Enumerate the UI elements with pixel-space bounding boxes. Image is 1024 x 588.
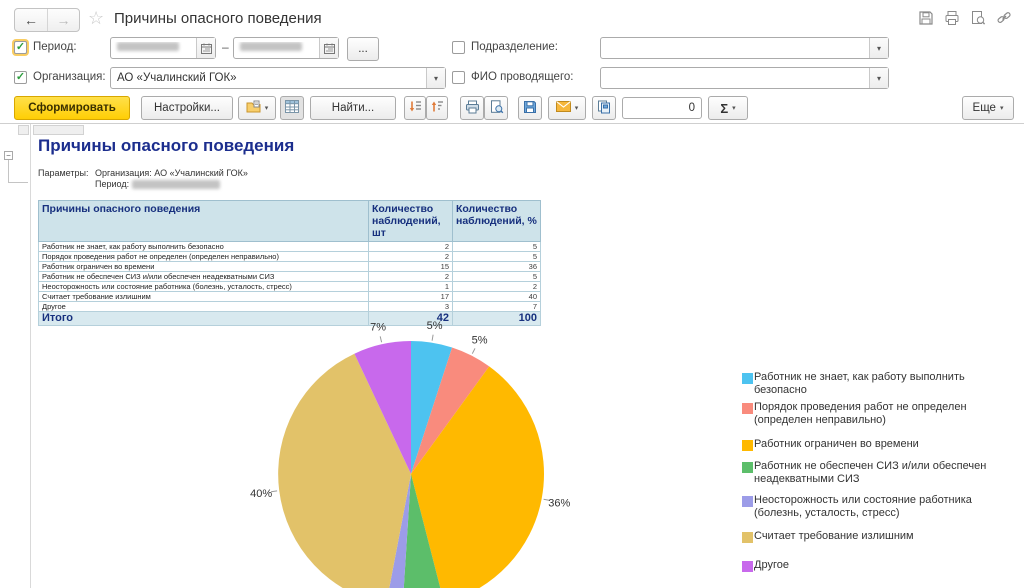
legend-item[interactable]: Работник не обеспечен СИЗ и/или обеспече… <box>742 460 1004 486</box>
print-icon[interactable] <box>944 10 960 26</box>
print-preview-icon <box>489 100 504 117</box>
legend-color-swatch <box>742 440 753 451</box>
find-button[interactable]: Найти... <box>310 96 396 120</box>
folder-icon <box>246 100 261 116</box>
department-combo[interactable]: ▾ <box>600 37 889 59</box>
more-button-label: Еще <box>973 102 996 114</box>
copy-save-icon <box>597 100 612 117</box>
legend-item[interactable]: Работник ограничен во времени <box>742 438 1004 451</box>
settings-button[interactable]: Настройки... <box>141 96 233 120</box>
period-to-field[interactable] <box>233 37 339 59</box>
window-title: Причины опасного поведения <box>114 10 322 27</box>
pie-label: 7% <box>370 322 386 334</box>
chevron-down-icon[interactable]: ▾ <box>426 68 445 88</box>
chevron-down-icon: ▾ <box>265 104 269 112</box>
legend-item[interactable]: Другое <box>742 559 1004 572</box>
legend-label: Работник ограничен во времени <box>754 438 1004 451</box>
conductor-combo[interactable]: ▾ <box>600 67 889 89</box>
organization-value: АО «Учалинский ГОК» <box>111 72 426 84</box>
period-checkbox[interactable]: ✓ <box>14 41 27 54</box>
organization-checkbox[interactable]: ✓ <box>14 71 27 84</box>
legend-item[interactable]: Работник не знает, как работу выполнить … <box>742 371 1004 397</box>
chevron-down-icon: ▾ <box>1000 104 1004 112</box>
organization-combo[interactable]: АО «Учалинский ГОК» ▾ <box>110 67 446 89</box>
report-area: − Причины опасного поведения Параметры: … <box>0 124 1024 588</box>
legend-color-swatch <box>742 403 753 414</box>
expand-groups-icon <box>431 100 444 116</box>
collapse-groups-button[interactable] <box>404 96 426 120</box>
legend-label: Порядок проведения работ не определен (о… <box>754 401 1004 427</box>
pie-label-tick <box>432 335 433 341</box>
period-from-value <box>117 42 179 51</box>
report-variants-button[interactable]: ▾ <box>238 96 276 120</box>
period-to-value <box>240 42 302 51</box>
print-icon <box>465 100 480 117</box>
chevron-down-icon[interactable]: ▾ <box>869 68 888 88</box>
generate-button[interactable]: Сформировать <box>14 96 130 120</box>
legend-label: Работник не знает, как работу выполнить … <box>754 371 1004 397</box>
pie-label: 5% <box>427 320 443 332</box>
save-icon[interactable] <box>918 10 934 26</box>
chevron-down-icon: ▾ <box>732 104 736 112</box>
sigma-icon: Σ <box>720 101 728 116</box>
preview-button[interactable] <box>484 96 508 120</box>
department-checkbox[interactable] <box>452 41 465 54</box>
period-label: Период: <box>33 41 77 53</box>
legend-color-swatch <box>742 496 753 507</box>
period-more-button[interactable]: ... <box>347 37 379 61</box>
print-button[interactable] <box>460 96 484 120</box>
favorites-star-icon[interactable]: ☆ <box>88 8 104 29</box>
pie-label: 5% <box>472 335 488 347</box>
print-preview-icon[interactable] <box>970 10 986 26</box>
calendar-icon[interactable] <box>196 38 215 58</box>
period-dash: – <box>222 40 229 54</box>
collapse-groups-icon <box>409 100 422 116</box>
legend-label: Считает требование излишним <box>754 530 1004 543</box>
legend-color-swatch <box>742 561 753 572</box>
mail-icon <box>556 101 571 115</box>
pie-label-tick <box>380 336 381 342</box>
legend-label: Неосторожность или состояние работника (… <box>754 494 1004 520</box>
legend-color-swatch <box>742 373 753 384</box>
conductor-label: ФИО проводящего: <box>471 71 574 83</box>
title-bar: ← → ☆ Причины опасного поведения <box>0 0 1024 36</box>
legend-color-swatch <box>742 462 753 473</box>
save-icon <box>523 100 537 117</box>
legend-color-swatch <box>742 532 753 543</box>
save-copy-button[interactable] <box>592 96 616 120</box>
chevron-down-icon[interactable]: ▾ <box>869 38 888 58</box>
report-toolbar: Сформировать Настройки... ▾ Найти... ▾ <box>0 94 1024 124</box>
table-settings-button[interactable] <box>280 96 304 120</box>
chevron-down-icon: ▾ <box>575 104 579 112</box>
organization-label: Организация: <box>33 71 106 83</box>
sum-button[interactable]: Σ ▾ <box>708 96 748 120</box>
pie-label: 40% <box>250 488 272 500</box>
pie-label-tick <box>472 348 475 353</box>
filter-panel: ✓ Период: – ... Подразделение: ▾ ✓ Орган… <box>0 36 1024 94</box>
forward-icon: → <box>57 12 71 28</box>
pie-label: 36% <box>548 497 570 509</box>
grid-icon <box>285 100 299 116</box>
conductor-checkbox[interactable] <box>452 71 465 84</box>
back-icon: ← <box>24 12 38 28</box>
history-nav: ← → <box>14 8 80 32</box>
legend-label: Работник не обеспечен СИЗ и/или обеспече… <box>754 460 1004 486</box>
back-button[interactable]: ← <box>15 9 47 31</box>
link-icon[interactable] <box>996 10 1012 26</box>
department-label: Подразделение: <box>471 41 558 53</box>
legend-item[interactable]: Порядок проведения работ не определен (о… <box>742 401 1004 427</box>
counter-field[interactable]: 0 <box>622 97 702 119</box>
legend-item[interactable]: Неосторожность или состояние работника (… <box>742 494 1004 520</box>
save-file-button[interactable] <box>518 96 542 120</box>
period-from-field[interactable] <box>110 37 216 59</box>
expand-groups-button[interactable] <box>426 96 448 120</box>
legend-label: Другое <box>754 559 1004 572</box>
send-email-button[interactable]: ▾ <box>548 96 586 120</box>
forward-button[interactable]: → <box>47 9 79 31</box>
more-button[interactable]: Еще ▾ <box>962 96 1014 120</box>
legend-item[interactable]: Считает требование излишним <box>742 530 1004 543</box>
app-window: ← → ☆ Причины опасного поведения ✓ Перио… <box>0 0 1024 588</box>
calendar-icon[interactable] <box>319 38 338 58</box>
